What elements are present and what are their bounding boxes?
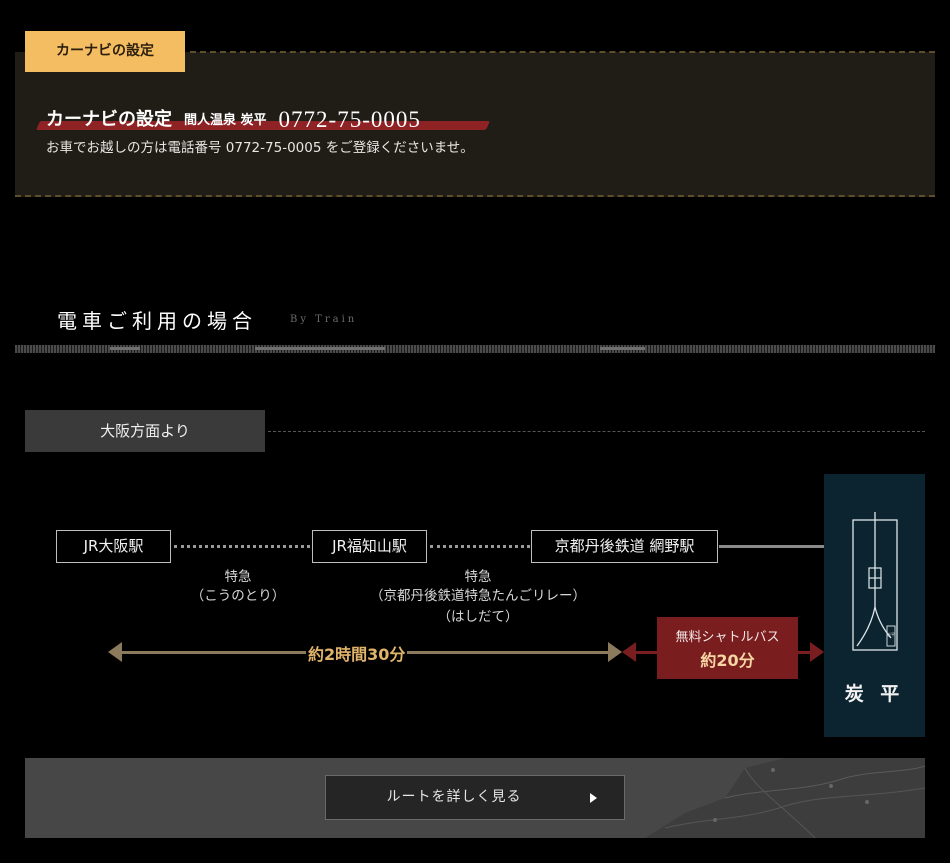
leg1-line1: 特急 — [224, 569, 252, 585]
leg2-line1: 特急 — [464, 569, 492, 585]
view-route-button-label: ルートを詳しく見る — [386, 789, 522, 805]
view-route-button[interactable]: ルートを詳しく見る — [325, 775, 625, 820]
logo-seal-text: 炭平 — [887, 632, 895, 637]
train-section-title: 電車ご利用の場合 — [57, 309, 257, 333]
station-amino: 京都丹後鉄道 網野駅 — [531, 530, 718, 563]
station-osaka: JR大阪駅 — [56, 530, 171, 563]
route-line-to-destination — [719, 545, 824, 548]
panel-top-dashed-border — [190, 51, 935, 53]
destination-name: 炭 平 — [844, 683, 905, 705]
car-navi-description: お車でお越しの方は電話番号 0772-75-0005 をご登録くださいませ。 — [46, 140, 474, 156]
train-arrow-left-icon — [108, 642, 122, 662]
shuttle-bus-box: 無料シャトルバス 約20分 — [657, 617, 798, 679]
section-divider — [15, 345, 935, 353]
train-travel-time: 約2時間30分 — [306, 641, 408, 665]
car-navi-phone: 0772-75-0005 — [278, 107, 421, 132]
car-navi-tab: カーナビの設定 — [25, 31, 185, 72]
leg2-train-info: 特急 （京都丹後鉄道特急たんごリレー） （はしだて） — [352, 568, 604, 626]
train-arrow-right-icon — [608, 642, 622, 662]
panel-bottom-dashed-border — [15, 195, 935, 197]
play-arrow-icon — [590, 793, 597, 803]
leg2-line2: （京都丹後鉄道特急たんごリレー） — [370, 588, 586, 604]
destination-card: 炭平 炭 平 — [824, 474, 925, 737]
car-navi-title: カーナビの設定 間人温泉 炭平 0772-75-0005 — [46, 103, 421, 133]
car-navi-title-sub: 間人温泉 炭平 — [184, 113, 267, 128]
route-dots-1 — [174, 545, 310, 548]
leg2-line3: （はしだて） — [437, 609, 519, 625]
route-dots-2 — [430, 545, 530, 548]
shuttle-label: 無料シャトルバス — [675, 630, 780, 645]
shuttle-time: 約20分 — [700, 651, 755, 670]
leg1-train-info: 特急 （こうのとり） — [178, 568, 298, 605]
shuttle-arrow-right-icon — [810, 642, 824, 662]
train-section-subtitle: By Train — [290, 314, 358, 325]
car-navi-title-main: カーナビの設定 — [46, 109, 172, 130]
from-tab-dashed-line — [268, 431, 925, 432]
leg1-line2: （こうのとり） — [190, 588, 286, 604]
from-osaka-tab: 大阪方面より — [25, 410, 265, 452]
sumihei-logo-icon: 炭平 — [852, 512, 898, 651]
station-fukuchiyama: JR福知山駅 — [312, 530, 427, 563]
shuttle-arrow-left-icon — [622, 642, 636, 662]
